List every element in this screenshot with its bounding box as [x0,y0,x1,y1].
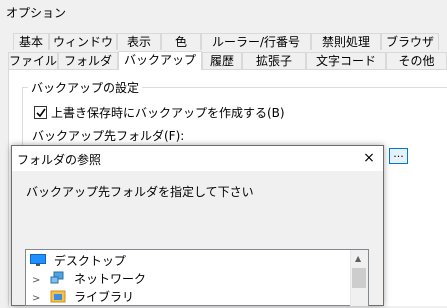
scroll-thumb[interactable] [352,268,366,288]
library-icon [50,290,66,303]
tab-kinsoku[interactable]: 禁則処理 [311,33,381,50]
tree-item-label: ネットワーク [74,272,147,286]
tab-display[interactable]: 表示 [117,33,161,50]
tab-backup[interactable]: バックアップ [118,51,202,70]
tree-item-label: ライブラリ [74,290,135,304]
tree-item-library[interactable]: > ライブラリ [32,288,134,306]
tab-window[interactable]: ウィンドウ [49,33,117,50]
desktop-icon [30,254,46,266]
tree-item-desktop[interactable]: デスクトップ [30,252,126,270]
folder-tree[interactable]: デスクトップ > ネットワーク > ライブラリ [25,249,369,306]
dialog-message: バックアップ先フォルダを指定して下さい [26,185,254,199]
tab-encoding[interactable]: 文字コード [306,52,386,69]
tab-color[interactable]: 色 [161,33,201,50]
tree-item-label: デスクトップ [53,254,126,268]
backup-folder-label: バックアップ先フォルダ(F): [32,129,185,143]
tab-browser[interactable]: ブラウザ [381,33,439,50]
check-icon [36,108,46,118]
tab-history[interactable]: 履歴 [202,52,242,69]
tab-file[interactable]: ファイル [8,52,58,69]
tab-ruler[interactable]: ルーラー/行番号 [201,33,311,50]
tab-folder[interactable]: フォルダ [58,52,118,69]
tab-extension[interactable]: 拡張子 [242,52,306,69]
chevron-right-icon[interactable]: > [32,293,40,304]
dialog-title: フォルダの参照 [17,153,102,167]
folder-browse-dialog: フォルダの参照 × バックアップ先フォルダを指定して下さい デスクトップ > ネ… [11,145,384,306]
group-label: バックアップの設定 [28,79,143,96]
chevron-right-icon[interactable]: > [32,275,40,286]
backup-checkbox[interactable] [34,106,47,119]
window-title: オプション [6,6,67,20]
backup-checkbox-label[interactable]: 上書き保存時にバックアップを作成する(B) [51,104,285,121]
tab-basic[interactable]: 基本 [13,33,49,50]
browse-button[interactable]: ... [389,148,408,164]
tab-other[interactable]: その他 [386,52,447,69]
scroll-up-icon[interactable]: ▲ [355,254,361,263]
tree-item-network[interactable]: > ネットワーク [32,270,146,288]
close-icon[interactable]: × [360,149,378,167]
network-icon [50,271,64,284]
